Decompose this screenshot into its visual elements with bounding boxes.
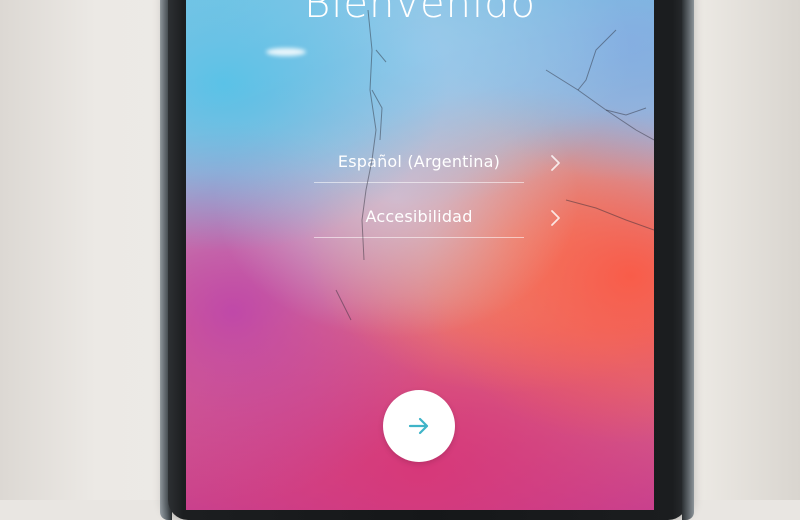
chevron-right-icon <box>551 210 560 226</box>
setup-menu: Español (Argentina) Accesibilidad <box>314 142 560 252</box>
accessibility-option-label: Accesibilidad <box>365 207 473 226</box>
accessibility-option[interactable]: Accesibilidad <box>314 197 560 238</box>
language-option[interactable]: Español (Argentina) <box>314 142 560 183</box>
chevron-right-icon <box>551 155 560 171</box>
next-button[interactable] <box>383 390 455 462</box>
phone-screen: Bienvenido Español (Argentina) Accesibil… <box>186 0 654 510</box>
language-option-label: Español (Argentina) <box>337 152 501 171</box>
arrow-right-icon <box>408 417 429 435</box>
welcome-title: Bienvenido <box>304 0 536 27</box>
phone-edge-right <box>682 0 694 520</box>
light-glare <box>266 48 306 56</box>
